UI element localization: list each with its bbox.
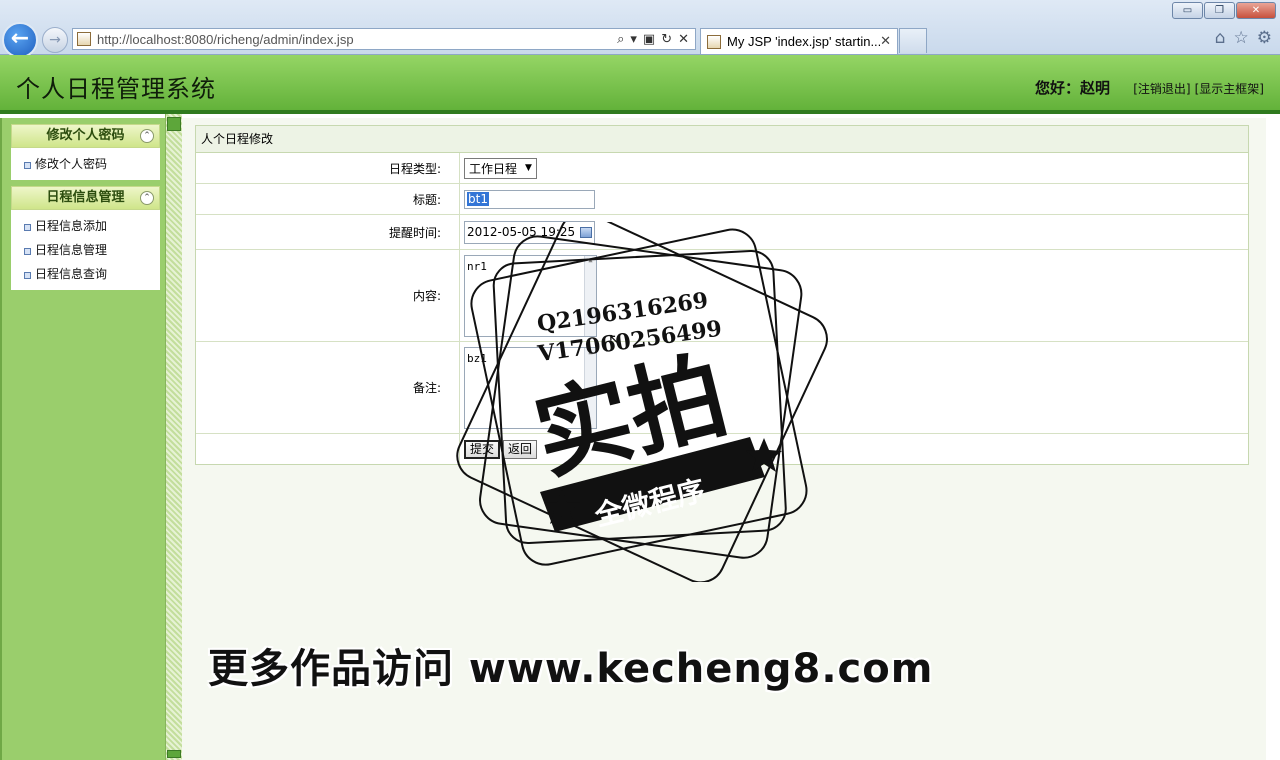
content-label: 内容:	[196, 250, 460, 341]
menu-group-header[interactable]: 日程信息管理 ⌃	[11, 186, 160, 210]
restore-button[interactable]: ❐	[1204, 2, 1235, 19]
remark-label: 备注:	[196, 342, 460, 433]
refresh-icon[interactable]: ↻	[661, 32, 672, 47]
sidebar-item-change-password[interactable]: 修改个人密码	[21, 152, 160, 176]
form-row-remind: 提醒时间: 2012-05-05 19:25	[196, 215, 1248, 250]
mouse-cursor-icon: ↖	[608, 330, 622, 349]
sidebar: 修改个人密码 ⌃ 修改个人密码 日程信息管理 ⌃ 日程信息添加 日程信息管理 日…	[0, 118, 165, 760]
splitter-toggle[interactable]	[167, 117, 181, 131]
menu-items: 修改个人密码	[11, 148, 160, 180]
remind-time-value: 2012-05-05 19:25	[467, 225, 576, 239]
schedule-type-select[interactable]: 工作日程 ▼	[464, 157, 537, 179]
collapse-icon[interactable]: ⌃	[140, 191, 154, 205]
schedule-type-value: 工作日程	[469, 161, 518, 176]
title-input-value: bt1	[467, 192, 489, 206]
search-icon[interactable]: ⌕	[617, 32, 624, 47]
window-controls: ▭ ❐ ✕	[1172, 2, 1276, 19]
favorites-icon[interactable]: ☆	[1234, 28, 1249, 48]
content-value: nr1	[467, 259, 487, 273]
page-icon	[77, 32, 91, 46]
header-links: [注销退出] [显示主框架]	[1133, 80, 1264, 97]
home-icon[interactable]: ⌂	[1215, 28, 1226, 48]
watermark-website: 更多作品访问 www.kecheng8.com	[208, 646, 934, 692]
scrollbar[interactable]: ▲	[584, 255, 596, 336]
form-row-remark: 备注: bz1 ▲	[196, 342, 1248, 434]
form-row-type: 日程类型: 工作日程 ▼	[196, 153, 1248, 184]
user-greeting: 您好：赵明	[1034, 79, 1110, 97]
remind-label: 提醒时间:	[196, 215, 460, 249]
dropdown-icon[interactable]: ▾	[630, 32, 637, 47]
menu-group-schedule: 日程信息管理 ⌃ 日程信息添加 日程信息管理 日程信息查询	[11, 186, 160, 290]
frame-splitter[interactable]	[165, 114, 182, 760]
sidebar-item-manage-schedule[interactable]: 日程信息管理	[21, 238, 160, 262]
menu-group-header[interactable]: 修改个人密码 ⌃	[11, 124, 160, 148]
remind-time-input[interactable]: 2012-05-05 19:25	[464, 220, 595, 244]
app-title: 个人日程管理系统	[16, 75, 216, 103]
collapse-icon[interactable]: ⌃	[140, 129, 154, 143]
address-bar[interactable]: http://localhost:8080/richeng/admin/inde…	[72, 28, 696, 50]
remark-value: bz1	[467, 351, 487, 365]
logout-link[interactable]: [注销退出]	[1133, 80, 1190, 97]
show-frame-link[interactable]: [显示主框架]	[1195, 80, 1264, 97]
title-label: 标题:	[196, 184, 460, 214]
menu-group-title: 修改个人密码	[46, 128, 125, 143]
form-row-title: 标题: bt1	[196, 184, 1248, 215]
app-header: 个人日程管理系统 您好：赵明 [注销退出] [显示主框架]	[0, 55, 1280, 114]
gear-icon[interactable]: ⚙	[1257, 28, 1272, 48]
tab-title: My JSP 'index.jsp' startin...	[727, 34, 881, 49]
address-icons: ⌕ ▾ ▣ ↻ ✕	[617, 32, 695, 47]
sidebar-item-add-schedule[interactable]: 日程信息添加	[21, 214, 160, 238]
back-button[interactable]: 返回	[503, 439, 538, 459]
remark-textarea[interactable]: bz1 ▲	[464, 346, 597, 429]
submit-button[interactable]: 提交	[464, 439, 501, 459]
tab-page-icon	[707, 34, 721, 49]
menu-items: 日程信息添加 日程信息管理 日程信息查询	[11, 210, 160, 290]
splitter-bottom-handle[interactable]	[167, 750, 181, 758]
browser-chrome: ▭ ❐ ✕ ← → http://localhost:8080/richeng/…	[0, 0, 1280, 58]
new-tab-button[interactable]	[899, 28, 927, 53]
stop-icon[interactable]: ✕	[678, 32, 689, 47]
back-button[interactable]: ←	[2, 22, 38, 58]
panel-title: 人个日程修改	[196, 126, 1248, 153]
close-window-button[interactable]: ✕	[1236, 2, 1276, 19]
browser-tab[interactable]: My JSP 'index.jsp' startin... ✕	[700, 28, 898, 54]
chevron-down-icon: ▼	[525, 163, 532, 173]
scrollbar[interactable]: ▲	[584, 347, 596, 428]
tab-close-icon[interactable]: ✕	[880, 34, 897, 49]
schedule-edit-form: 人个日程修改 日程类型: 工作日程 ▼ 标题: bt1 提醒时间: 2012-0…	[195, 125, 1249, 465]
compat-view-icon[interactable]: ▣	[643, 32, 655, 47]
minimize-button[interactable]: ▭	[1172, 2, 1203, 19]
form-row-content: 内容: nr1 ▲	[196, 250, 1248, 342]
browser-tools: ⌂ ☆ ⚙	[1215, 28, 1272, 48]
menu-group-title: 日程信息管理	[46, 190, 125, 205]
menu-group-password: 修改个人密码 ⌃ 修改个人密码	[11, 124, 160, 180]
sidebar-item-query-schedule[interactable]: 日程信息查询	[21, 262, 160, 286]
form-row-actions: 提交 返回	[196, 434, 1248, 464]
type-label: 日程类型:	[196, 153, 460, 183]
title-input[interactable]: bt1	[464, 189, 595, 209]
address-url[interactable]: http://localhost:8080/richeng/admin/inde…	[97, 32, 617, 47]
calendar-icon[interactable]	[580, 226, 592, 238]
forward-button[interactable]: →	[42, 27, 68, 53]
content-textarea[interactable]: nr1 ▲	[464, 254, 597, 337]
